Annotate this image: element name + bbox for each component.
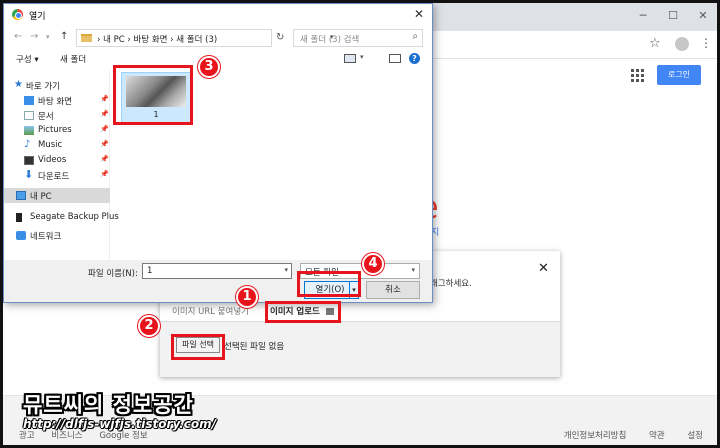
filename-value: 1 xyxy=(147,266,153,276)
video-icon xyxy=(24,156,34,165)
drive-icon xyxy=(16,213,22,222)
step-badge-1: 1 xyxy=(236,286,258,308)
nav-label: 다운로드 xyxy=(38,172,70,182)
step-badge-4: 4 xyxy=(362,253,384,275)
nav-label: Music xyxy=(38,140,63,150)
preview-pane-icon[interactable] xyxy=(389,54,401,63)
nav-item-pictures[interactable]: Pictures 📌 xyxy=(4,123,110,138)
pin-icon: 📌 xyxy=(100,170,109,178)
nav-item-network[interactable]: 네트워크 xyxy=(4,228,110,243)
folder-search-input[interactable]: 새 폴더 (3) 검색 ⌕ xyxy=(293,29,423,47)
filename-label: 파일 이름(N): xyxy=(88,269,138,279)
pin-icon: 📌 xyxy=(100,140,109,148)
pin-icon: 📌 xyxy=(100,110,109,118)
star-icon: ★ xyxy=(14,79,23,90)
apps-grid-icon[interactable] xyxy=(631,69,644,82)
download-icon: ⬇ xyxy=(24,168,34,181)
refresh-icon[interactable]: ↻ xyxy=(276,32,284,43)
back-arrow-icon[interactable]: ← xyxy=(14,31,22,42)
dialog-navbar: ← → ▾ ↑ › 내 PC › 바탕 화면 › 새 폴더 (3) ▾ ↻ 새 … xyxy=(4,26,432,50)
nav-label: Videos xyxy=(38,155,67,165)
search-placeholder: 새 폴더 (3) 검색 xyxy=(300,35,360,45)
nav-item-videos[interactable]: Videos 📌 xyxy=(4,153,110,168)
cancel-button[interactable]: 취소 xyxy=(366,281,420,299)
chrome-icon xyxy=(12,9,23,20)
nav-item-quick-access[interactable]: ★ 바로 가기 xyxy=(4,78,110,93)
footer-link-terms[interactable]: 약관 xyxy=(649,431,665,441)
login-button[interactable]: 로그인 xyxy=(657,65,701,85)
filename-input[interactable]: 1 ▾ xyxy=(142,263,292,279)
menu-kebab-icon[interactable]: ⋮ xyxy=(700,36,712,50)
nav-item-documents[interactable]: 문서 📌 xyxy=(4,108,110,123)
nav-item-downloads[interactable]: ⬇ 다운로드 📌 xyxy=(4,168,110,183)
nav-item-desktop[interactable]: 바탕 화면 📌 xyxy=(4,93,110,108)
nav-item-music[interactable]: ♪ Music 📌 xyxy=(4,138,110,153)
filetype-dropdown-icon: ▾ xyxy=(411,266,415,274)
footer-link-ads[interactable]: 광고 xyxy=(19,431,35,441)
minimize-button[interactable]: ─ xyxy=(629,7,657,25)
document-icon xyxy=(24,111,34,120)
dialog-titlebar: 열기 ✕ xyxy=(4,4,432,26)
pc-icon xyxy=(16,191,26,200)
dialog-title: 열기 xyxy=(29,12,46,22)
desktop-icon xyxy=(24,96,34,105)
footer-link-privacy[interactable]: 개인정보처리방침 xyxy=(564,431,627,441)
highlight-open-button xyxy=(297,271,361,297)
address-path: › 내 PC › 바탕 화면 › 새 폴더 (3) xyxy=(97,35,218,45)
view-dropdown-icon[interactable]: ▾ xyxy=(360,53,364,61)
nav-item-seagate[interactable]: Seagate Backup Plus xyxy=(4,210,119,225)
network-icon xyxy=(16,231,26,240)
navigation-pane: ★ 바로 가기 바탕 화면 📌 문서 📌 Pictures 📌 ♪ Music xyxy=(4,70,119,260)
recent-dropdown-icon[interactable]: ▾ xyxy=(46,33,50,41)
no-file-text: 선택된 파일 없음 xyxy=(224,342,285,352)
pin-icon: 📌 xyxy=(100,155,109,163)
screenshot-frame: ─ ☐ ✕ ☆ ⋮ 로그인 e 지 ✕ 래그하세요. 이미지 URL 붙여넣기 … xyxy=(3,3,717,445)
tab-paste-url[interactable]: 이미지 URL 붙여넣기 xyxy=(172,305,249,317)
highlight-file-thumbnail xyxy=(113,65,193,125)
close-window-button[interactable]: ✕ xyxy=(689,7,717,25)
footer-link-business[interactable]: 비즈니스 xyxy=(51,431,82,441)
music-icon: ♪ xyxy=(24,139,31,150)
nav-label: 네트워크 xyxy=(30,232,62,242)
nav-label: 문서 xyxy=(38,112,54,122)
pin-icon: 📌 xyxy=(100,125,109,133)
maximize-button[interactable]: ☐ xyxy=(659,7,687,25)
highlight-upload-tab xyxy=(265,301,341,323)
forward-arrow-icon[interactable]: → xyxy=(30,31,38,42)
search-icon: ⌕ xyxy=(412,31,418,42)
address-bar[interactable]: › 내 PC › 바탕 화면 › 새 폴더 (3) ▾ xyxy=(76,29,334,47)
footer-link-settings[interactable]: 설정 xyxy=(687,431,703,441)
nav-item-this-pc[interactable]: 내 PC xyxy=(4,188,110,203)
footer-link-about[interactable]: Google 정보 xyxy=(99,431,147,441)
profile-avatar-icon[interactable] xyxy=(675,37,689,51)
folder-icon xyxy=(81,34,92,42)
pin-icon: 📌 xyxy=(100,95,109,103)
bookmark-star-icon[interactable]: ☆ xyxy=(649,36,661,51)
help-icon[interactable]: ? xyxy=(409,53,420,64)
view-options-icon[interactable] xyxy=(344,54,356,63)
step-badge-2: 2 xyxy=(138,315,160,337)
nav-label: 바탕 화면 xyxy=(38,97,72,107)
nav-label: Pictures xyxy=(38,125,72,135)
popup-hint-text: 래그하세요. xyxy=(430,279,472,289)
highlight-choose-file xyxy=(171,334,225,360)
filename-dropdown-icon[interactable]: ▾ xyxy=(284,266,288,274)
watermark-url: http://dlfjs-wjfjs.tistory.com/ xyxy=(23,417,216,431)
dialog-close-icon[interactable]: ✕ xyxy=(414,7,424,21)
new-folder-button[interactable]: 새 폴더 xyxy=(60,53,86,65)
up-arrow-icon[interactable]: ↑ xyxy=(60,31,68,42)
step-badge-3: 3 xyxy=(198,56,220,78)
pictures-icon xyxy=(24,126,34,135)
nav-label: 바로 가기 xyxy=(26,82,60,92)
nav-label: Seagate Backup Plus xyxy=(30,212,119,222)
organize-menu[interactable]: 구성 ▾ xyxy=(16,53,39,65)
watermark-title: 뮤트씨의 정보공간 xyxy=(23,393,194,417)
close-popup-icon[interactable]: ✕ xyxy=(538,261,549,276)
nav-label: 내 PC xyxy=(30,192,52,202)
